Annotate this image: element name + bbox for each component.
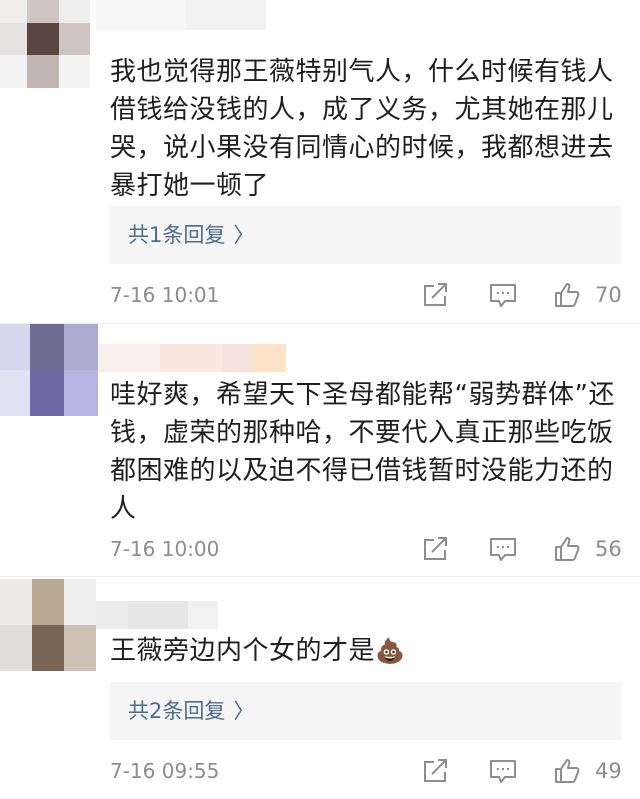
view-replies-button[interactable]: 共2条回复〉	[110, 682, 622, 740]
comment-icon[interactable]	[489, 282, 517, 308]
share-edit-icon[interactable]	[422, 536, 450, 562]
chevron-right-icon: 〉	[233, 223, 255, 247]
replies-label: 共2条回复	[128, 699, 226, 723]
avatar[interactable]	[0, 579, 96, 671]
comment-2: 哇好爽，希望天下圣母都能帮“弱势群体”还钱，虚荣的那种哈，不要代入真正那些吃饭都…	[0, 324, 640, 574]
replies-label: 共1条回复	[128, 223, 226, 247]
timestamp: 7-16 09:55	[110, 759, 220, 783]
thumbs-up-icon[interactable]	[554, 282, 582, 308]
thumbs-up-icon[interactable]	[554, 536, 582, 562]
comment-icon[interactable]	[489, 536, 517, 562]
comment-text-body: 王薇旁边内个女的才是	[110, 636, 376, 666]
comment-icon[interactable]	[489, 758, 517, 784]
share-edit-icon[interactable]	[422, 282, 450, 308]
comment-text: 哇好爽，希望天下圣母都能帮“弱势群体”还钱，虚荣的那种哈，不要代入真正那些吃饭都…	[110, 380, 615, 524]
timestamp: 7-16 10:01	[110, 283, 220, 307]
like-count: 70	[595, 283, 622, 307]
avatar[interactable]	[0, 0, 90, 88]
avatar[interactable]	[0, 324, 98, 416]
poop-emoji: 💩	[375, 637, 406, 665]
comment-meta: 7-16 09:55 49	[110, 756, 622, 786]
like-count: 56	[595, 537, 622, 561]
comment-meta: 7-16 10:00 56	[110, 534, 622, 564]
timestamp: 7-16 10:00	[110, 537, 220, 561]
username-mosaic[interactable]	[96, 601, 218, 629]
comment-text: 王薇旁边内个女的才是💩	[110, 632, 630, 670]
username-mosaic[interactable]	[98, 344, 286, 372]
like-count: 49	[595, 759, 622, 783]
share-edit-icon[interactable]	[422, 758, 450, 784]
view-replies-button[interactable]: 共1条回复〉	[110, 206, 622, 264]
comment-3: 王薇旁边内个女的才是💩 共2条回复〉 7-16 09:55 49	[0, 577, 640, 799]
chevron-right-icon: 〉	[233, 699, 255, 723]
username-mosaic[interactable]	[96, 0, 266, 30]
thumbs-up-icon[interactable]	[554, 758, 582, 784]
comment-1: 我也觉得那王薇特别气人，什么时候有钱人借钱给没钱的人，成了义务，尤其她在那儿哭，…	[0, 0, 640, 322]
comment-meta: 7-16 10:01 70	[110, 280, 622, 310]
comment-text: 我也觉得那王薇特别气人，什么时候有钱人借钱给没钱的人，成了义务，尤其她在那儿哭，…	[110, 57, 614, 201]
